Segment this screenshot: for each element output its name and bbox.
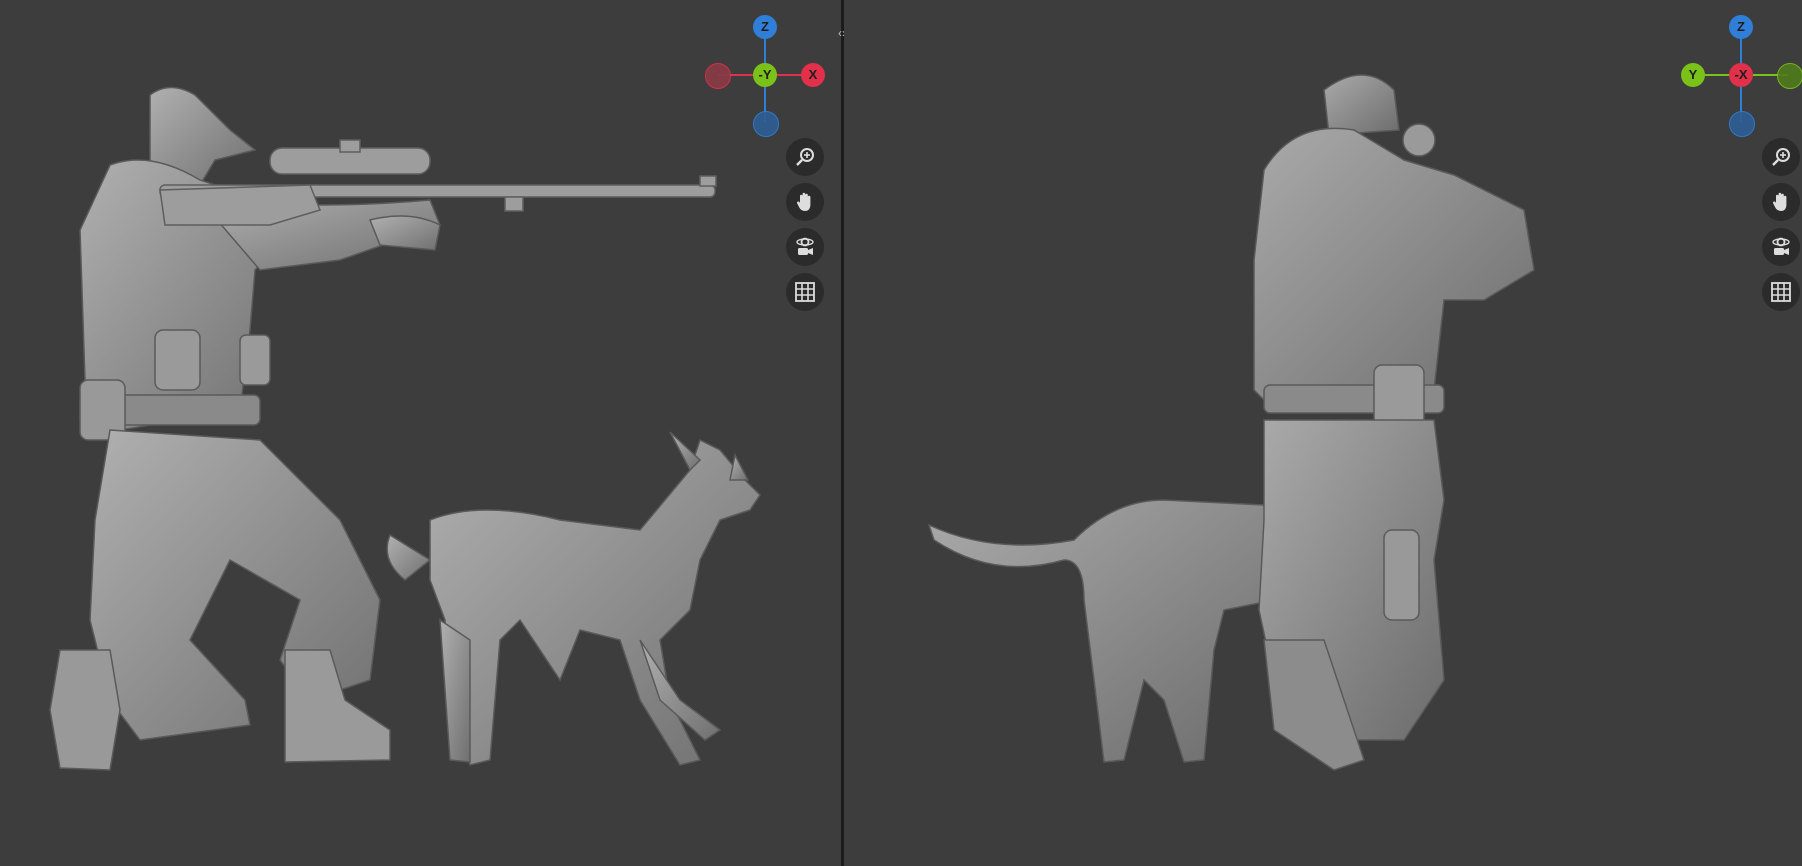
dog-figure: [386, 431, 761, 766]
viewport-left[interactable]: Z -Y X: [0, 0, 842, 866]
viewport-toolbar: [786, 138, 824, 311]
soldier-figure-back: [1253, 74, 1535, 771]
axis-x-button[interactable]: X: [801, 63, 825, 87]
grid-icon[interactable]: [1762, 273, 1800, 311]
grid-icon[interactable]: [786, 273, 824, 311]
axis-neg-x-button[interactable]: -X: [1729, 63, 1753, 87]
axis-neg-y-button[interactable]: [1777, 63, 1802, 89]
axis-neg-y-button[interactable]: -Y: [753, 63, 777, 87]
zoom-icon[interactable]: [786, 138, 824, 176]
axis-neg-z-button[interactable]: [753, 111, 779, 137]
axis-z-button[interactable]: Z: [753, 15, 777, 39]
axis-neg-x-button[interactable]: [705, 63, 731, 89]
pan-hand-icon[interactable]: [786, 183, 824, 221]
pan-hand-icon[interactable]: [1762, 183, 1800, 221]
orbit-camera-icon[interactable]: [786, 228, 824, 266]
viewport-toolbar: [1762, 138, 1800, 311]
axis-gizmo[interactable]: Z -X Y: [1676, 10, 1802, 140]
dog-figure-back: [927, 499, 1275, 763]
orbit-camera-icon[interactable]: [1762, 228, 1800, 266]
axis-neg-z-button[interactable]: [1729, 111, 1755, 137]
model-back-view[interactable]: [844, 0, 1802, 866]
zoom-icon[interactable]: [1762, 138, 1800, 176]
axis-gizmo[interactable]: Z -Y X: [700, 10, 830, 140]
viewport-right[interactable]: Z -X Y: [844, 0, 1802, 866]
axis-z-button[interactable]: Z: [1729, 15, 1753, 39]
axis-y-button[interactable]: Y: [1681, 63, 1705, 87]
